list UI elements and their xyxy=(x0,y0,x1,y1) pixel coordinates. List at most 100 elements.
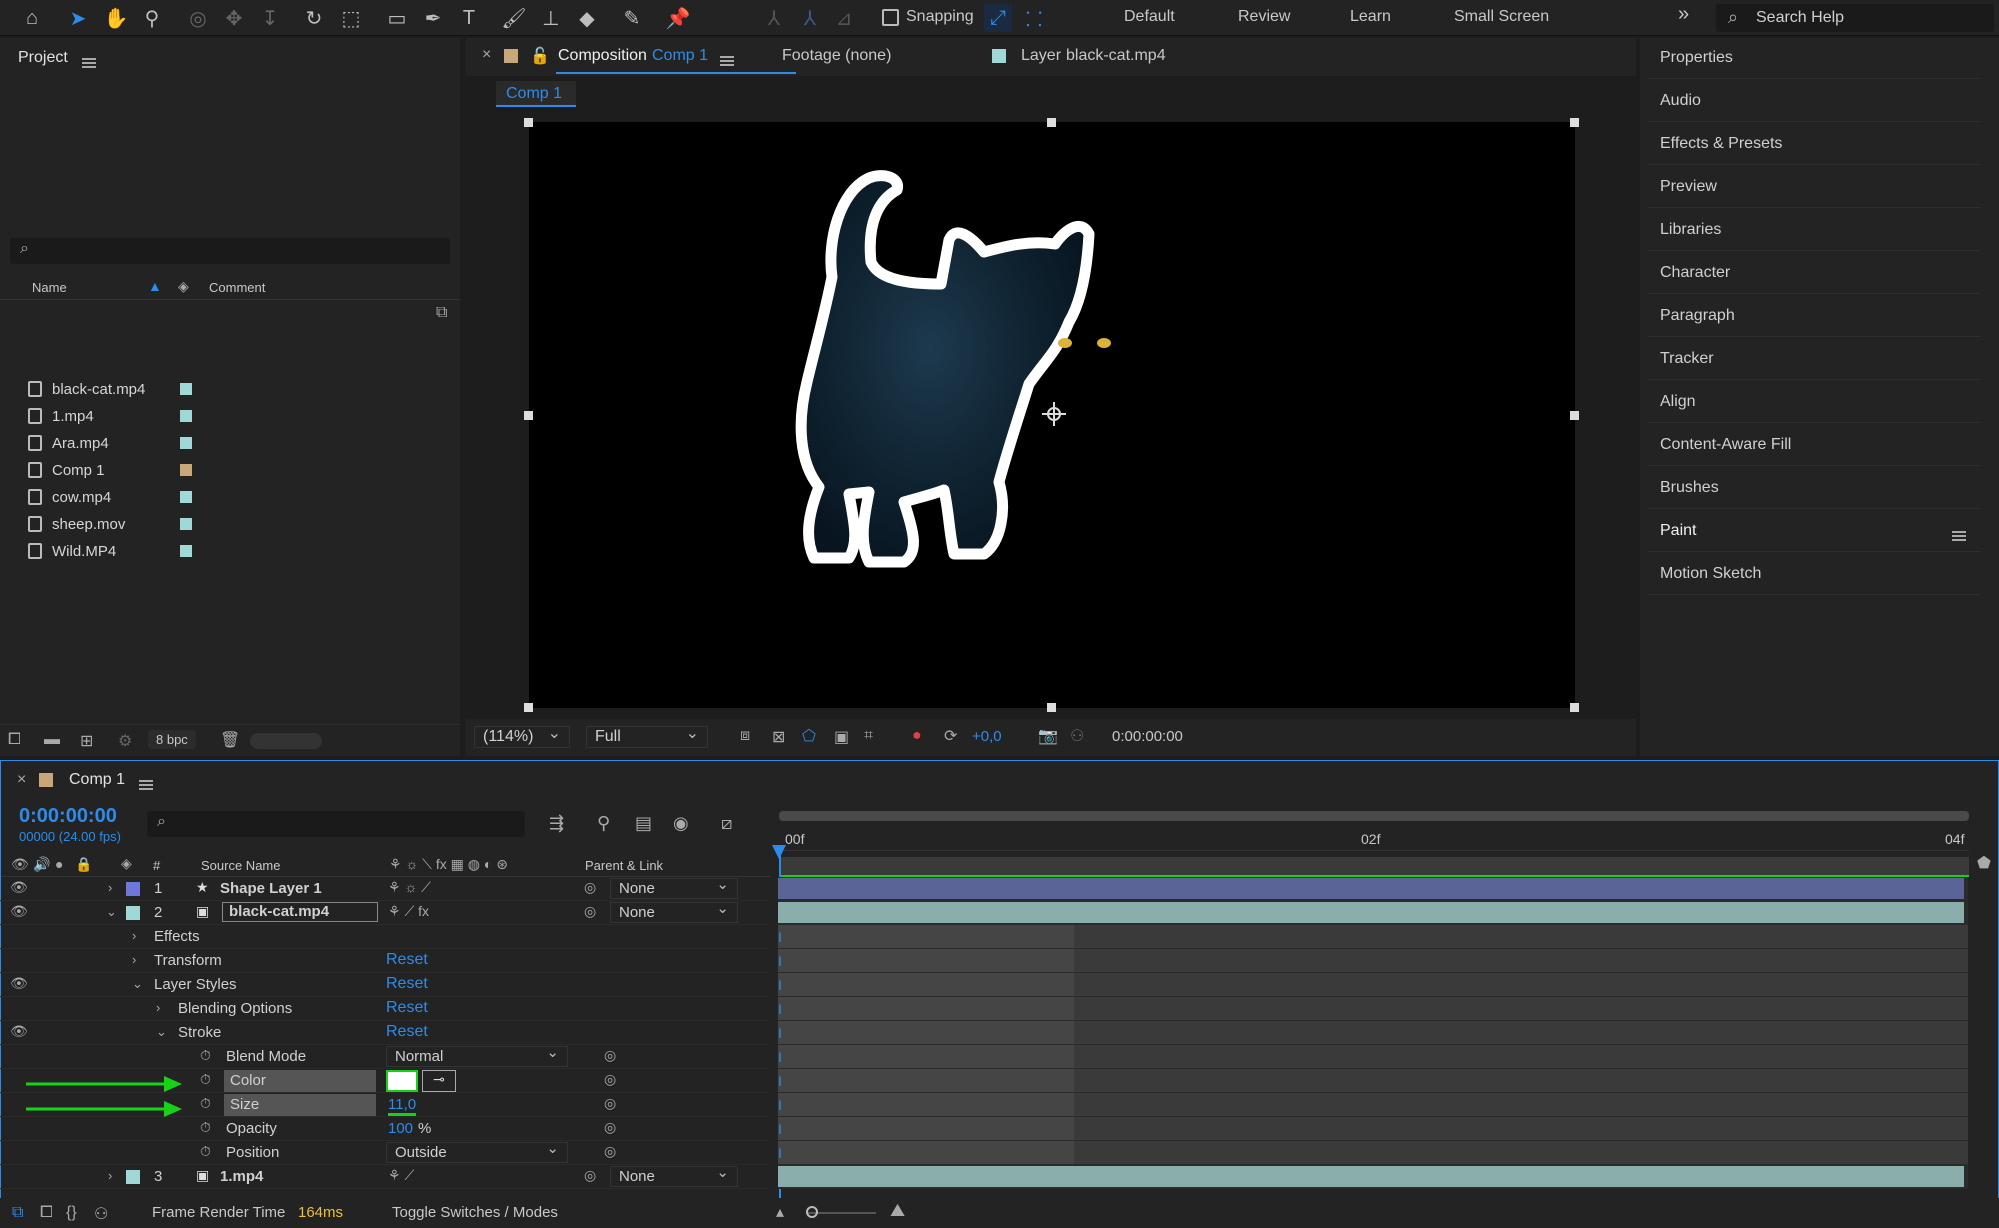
layer-row[interactable]: › 3 ▣ 1.mp4 ⚘ ⟋ ◎ None xyxy=(0,1163,770,1189)
project-item[interactable]: Ara.mp4 xyxy=(0,430,455,457)
layer-name[interactable]: 1.mp4 xyxy=(220,1168,263,1185)
graph-editor-icon[interactable]: ⧄ xyxy=(721,813,732,834)
name-column-header[interactable]: Name xyxy=(32,280,67,295)
layer-duration-bar[interactable] xyxy=(778,902,1964,923)
axis-local-icon[interactable]: ⅄ xyxy=(760,4,788,32)
snapshot-icon[interactable]: 📷 xyxy=(1038,726,1058,746)
layer-duration-bar[interactable] xyxy=(778,1166,1964,1187)
size-value[interactable]: 11,0 xyxy=(388,1096,417,1116)
zoom-dropdown[interactable]: (114%) xyxy=(474,723,570,748)
position-dropdown[interactable]: Outside xyxy=(386,1139,568,1163)
layer-tab-label[interactable]: Layer xyxy=(1021,47,1061,65)
panel-properties[interactable]: Properties xyxy=(1648,36,1981,79)
adjust-settings-icon[interactable]: ⚙ xyxy=(118,731,132,751)
axis-world-icon[interactable]: ⅄ xyxy=(796,4,824,32)
label-color-swatch[interactable] xyxy=(180,437,192,449)
zoom-slider-knob[interactable] xyxy=(806,1206,818,1218)
comp-subtab[interactable]: Comp 1 xyxy=(496,81,576,107)
mask-visibility-icon[interactable]: ⬠ xyxy=(802,726,816,746)
visibility-eye-icon[interactable]: 👁 xyxy=(10,879,28,896)
expression-pickwhip-icon[interactable]: ◎ xyxy=(604,1095,616,1112)
footage-tab[interactable]: Footage (none) xyxy=(782,47,891,65)
bit-depth-button[interactable]: 8 bpc xyxy=(148,730,196,749)
layer-duration-bar[interactable] xyxy=(778,878,1964,899)
dolly-tool-icon[interactable]: ↧ xyxy=(256,4,284,32)
zoom-in-icon[interactable]: ⛰ xyxy=(890,1200,905,1221)
expand-chevron-icon[interactable]: › xyxy=(132,952,136,967)
parent-dropdown[interactable]: None xyxy=(610,1163,738,1187)
composition-menu-icon[interactable] xyxy=(720,55,734,66)
flowchart-icon[interactable]: ⧉ xyxy=(436,304,447,322)
search-help-input[interactable]: ⌕ Search Help xyxy=(1716,4,1994,32)
layer-row[interactable]: 👁 ⌄ 2 ▣ black-cat.mp4 ⚘ ⟋ fx ◎ None xyxy=(0,899,770,925)
parent-dropdown[interactable]: None xyxy=(610,899,738,923)
layer-tab-name[interactable]: black-cat.mp4 xyxy=(1066,47,1166,65)
reset-exposure-icon[interactable]: ⟳ xyxy=(944,726,957,746)
new-composition-icon[interactable]: ⊞ xyxy=(80,731,93,751)
keyframe-marker-icon[interactable]: I xyxy=(778,1097,782,1113)
home-icon[interactable]: ⌂ xyxy=(18,4,46,32)
panel-paint[interactable]: Paint xyxy=(1648,509,1981,552)
frame-blending-icon[interactable]: ▤ xyxy=(635,813,652,834)
stopwatch-icon[interactable]: ⏱ xyxy=(200,1071,211,1088)
exposure-value[interactable]: +0,0 xyxy=(972,728,1002,745)
project-search-input[interactable]: ⌕ xyxy=(10,238,450,264)
stopwatch-icon[interactable]: ⏱ xyxy=(200,1119,211,1136)
timeline-current-time[interactable]: 0:00:00:00 xyxy=(19,805,117,828)
label-color-swatch[interactable] xyxy=(180,464,192,476)
timeline-tab-label[interactable]: Comp 1 xyxy=(69,771,125,789)
track-row[interactable]: I xyxy=(778,1069,1968,1093)
label-color-swatch[interactable] xyxy=(180,410,192,422)
panel-content-aware-fill[interactable]: Content-Aware Fill xyxy=(1648,423,1981,466)
pickwhip-icon[interactable]: ◎ xyxy=(584,1167,596,1184)
track-row[interactable] xyxy=(778,901,1968,925)
project-item[interactable]: sheep.mov xyxy=(0,511,455,538)
time-ruler[interactable]: 00f 02f 04f xyxy=(779,825,1969,851)
reset-button[interactable]: Reset xyxy=(386,1023,428,1041)
reset-button[interactable]: Reset xyxy=(386,999,428,1017)
thumbnail-slider[interactable] xyxy=(250,733,322,749)
visibility-eye-icon[interactable]: 👁 xyxy=(10,1023,28,1040)
keyframe-marker-icon[interactable]: I xyxy=(778,953,782,969)
source-name-header[interactable]: Source Name xyxy=(201,858,280,873)
expand-chevron-icon[interactable]: › xyxy=(132,928,136,943)
label-color-swatch[interactable] xyxy=(180,491,192,503)
work-area-bar[interactable] xyxy=(779,811,1969,821)
close-tab-icon[interactable]: × xyxy=(17,771,26,789)
track-row[interactable] xyxy=(778,1165,1968,1189)
layer-label-swatch[interactable] xyxy=(126,1170,140,1184)
keyframe-marker-icon[interactable]: I xyxy=(778,1025,782,1041)
render-time-icon[interactable]: ⚇ xyxy=(94,1204,108,1224)
workspace-review[interactable]: Review xyxy=(1238,8,1290,26)
keyframe-marker-icon[interactable]: I xyxy=(778,1001,782,1017)
workspace-learn[interactable]: Learn xyxy=(1350,8,1391,26)
property-row-layer-styles[interactable]: 👁 ⌄ Layer Styles Reset xyxy=(0,973,770,997)
visibility-eye-icon[interactable]: 👁 xyxy=(10,975,28,992)
orbit-tool-icon[interactable]: ◎ xyxy=(184,4,212,32)
expression-pickwhip-icon[interactable]: ◎ xyxy=(604,1047,616,1064)
property-row-stroke[interactable]: 👁 ⌄ Stroke Reset xyxy=(0,1021,770,1045)
track-row[interactable]: I xyxy=(778,1093,1968,1117)
keyframe-marker-icon[interactable]: I xyxy=(778,1073,782,1089)
snap-edges-icon[interactable]: ⤢ xyxy=(984,4,1012,32)
bounding-handle[interactable] xyxy=(1047,703,1056,712)
track-row[interactable]: I xyxy=(778,1045,1968,1069)
layer-switches[interactable]: ⚘ ⟋ fx xyxy=(388,903,429,920)
hand-tool-icon[interactable]: ✋ xyxy=(102,4,130,32)
lock-icon[interactable]: 🔓 xyxy=(530,46,550,66)
pickwhip-icon[interactable]: ◎ xyxy=(584,879,596,896)
layer-row[interactable]: 👁 › 1 ★ Shape Layer 1 ⚘ ☼ ⟋ ◎ None xyxy=(0,875,770,901)
shy-layers-icon[interactable]: ⚲ xyxy=(597,813,610,834)
comp-mini-flowchart-icon[interactable]: ⇶ xyxy=(549,813,564,834)
panel-character[interactable]: Character xyxy=(1648,251,1981,294)
keyframe-marker-icon[interactable]: I xyxy=(778,1145,782,1161)
zoom-tool-icon[interactable]: ⚲ xyxy=(138,4,166,32)
track-row[interactable]: I xyxy=(778,997,1968,1021)
timeline-scrollbar[interactable] xyxy=(1975,879,1989,979)
layer-name[interactable]: black-cat.mp4 xyxy=(222,902,378,922)
project-item[interactable]: black-cat.mp4 xyxy=(0,376,455,403)
panel-brushes[interactable]: Brushes xyxy=(1648,466,1981,509)
property-row-blend-mode[interactable]: ⏱ Blend Mode Normal ◎ xyxy=(0,1043,770,1069)
layer-switches[interactable]: ⚘ ⟋ xyxy=(388,1167,414,1184)
bounding-handle[interactable] xyxy=(1047,118,1056,127)
